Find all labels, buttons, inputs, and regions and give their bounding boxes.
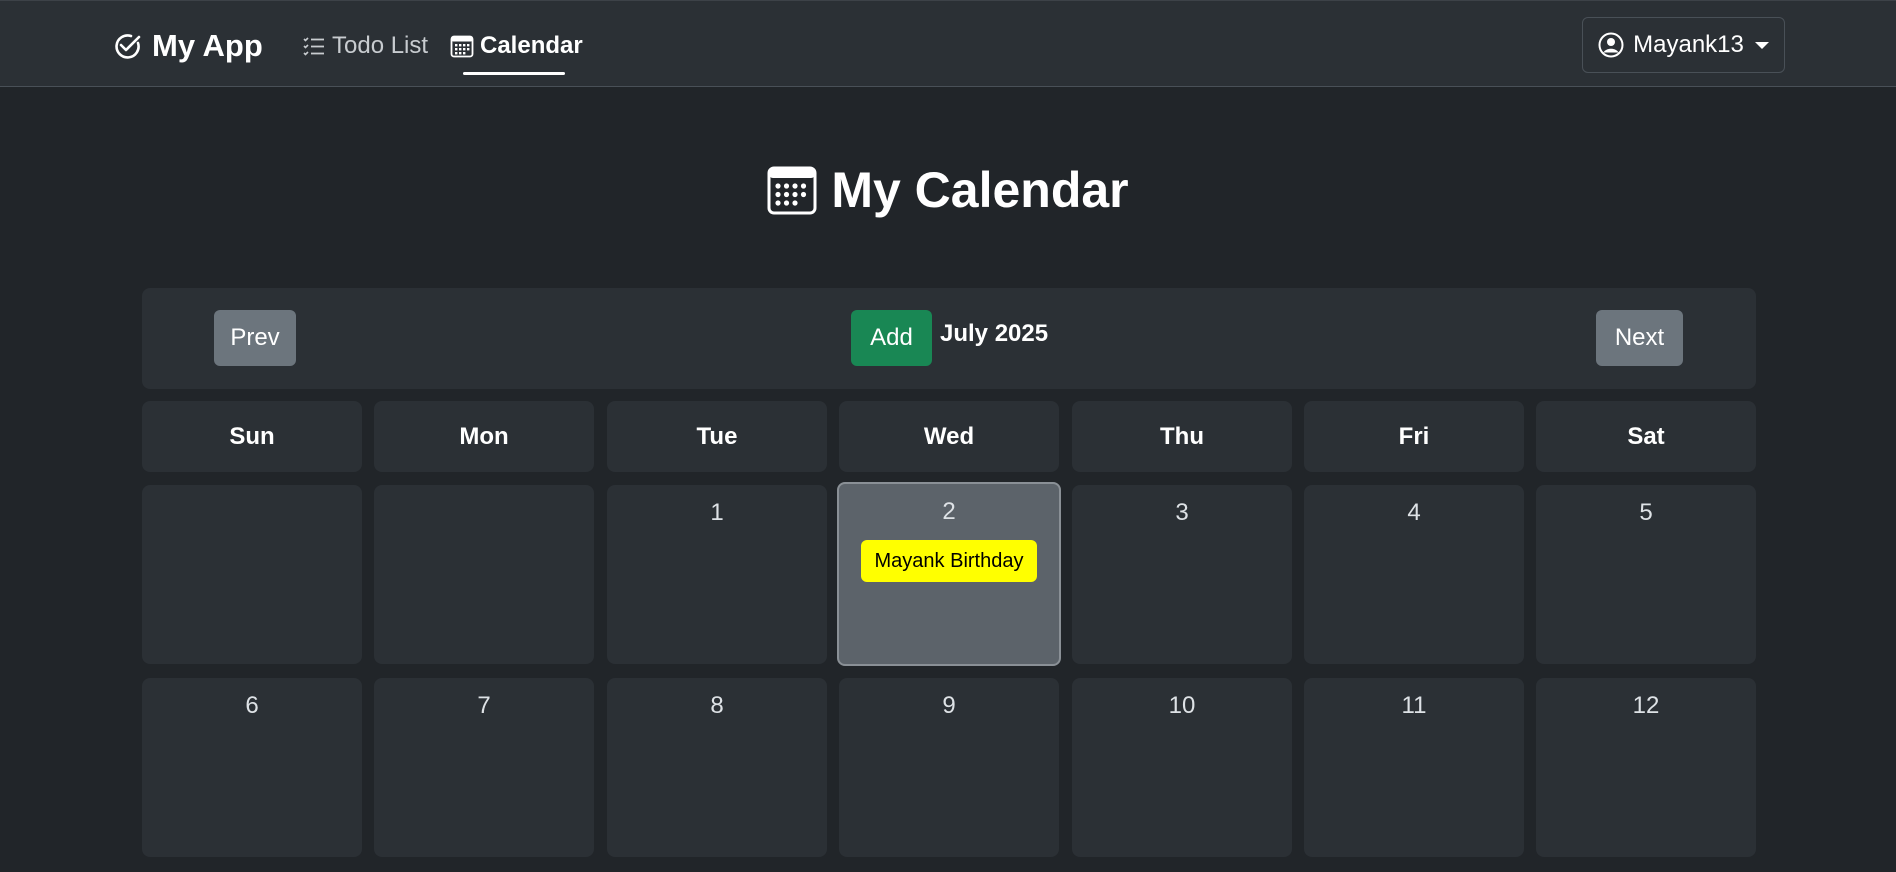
day-number: 6 [245, 692, 259, 719]
user-menu-dropdown[interactable]: Mayank13 [1582, 17, 1785, 73]
list-check-icon [303, 37, 324, 56]
nav-link-todo-list[interactable]: Todo List [302, 27, 428, 65]
day-cell[interactable]: 4 [1304, 485, 1524, 664]
nav-link-calendar[interactable]: Calendar [450, 27, 583, 65]
day-cell[interactable]: 7 [374, 678, 594, 857]
weekday-header: Sat [1536, 401, 1756, 472]
weekday-header: Tue [607, 401, 827, 472]
day-cell[interactable]: 8 [607, 678, 827, 857]
day-number: 5 [1639, 499, 1653, 526]
empty-day-cell [142, 485, 362, 664]
weekday-header: Thu [1072, 401, 1292, 472]
day-number: 9 [942, 692, 956, 719]
empty-day-cell [374, 485, 594, 664]
day-cell[interactable]: 6 [142, 678, 362, 857]
brand-link[interactable]: My App [112, 27, 263, 65]
navbar: My App Todo List Calendar Mayank13 [0, 0, 1896, 87]
day-number: 1 [710, 499, 724, 526]
day-number: 7 [477, 692, 491, 719]
add-event-button[interactable]: Add [851, 310, 932, 366]
next-month-button[interactable]: Next [1596, 310, 1683, 366]
nav-link-label: Calendar [480, 32, 583, 59]
page-title: My Calendar [0, 160, 1896, 220]
calendar-icon [450, 35, 474, 58]
weekday-header: Fri [1304, 401, 1524, 472]
day-number: 10 [1168, 692, 1196, 719]
weekday-header: Mon [374, 401, 594, 472]
day-cell[interactable]: 5 [1536, 485, 1756, 664]
day-cell[interactable]: 11 [1304, 678, 1524, 857]
day-cell[interactable]: 1 [607, 485, 827, 664]
prev-month-button[interactable]: Prev [214, 310, 296, 366]
user-name: Mayank13 [1633, 31, 1744, 58]
chevron-down-icon [1754, 41, 1769, 49]
day-cell[interactable]: 3 [1072, 485, 1292, 664]
day-number: 11 [1401, 692, 1427, 719]
day-cell[interactable]: 12 [1536, 678, 1756, 857]
day-cell-selected[interactable]: 2 Mayank Birthday [837, 482, 1061, 666]
event-badge[interactable]: Mayank Birthday [861, 540, 1037, 582]
day-cell[interactable]: 10 [1072, 678, 1292, 857]
calendar-icon [767, 166, 817, 215]
check-circle-icon [115, 34, 141, 59]
day-number: 3 [1175, 499, 1189, 526]
weekday-header: Sun [142, 401, 362, 472]
day-number: 2 [942, 498, 956, 525]
current-month-label: July 2025 [940, 320, 1049, 347]
nav-link-label: Todo List [332, 32, 429, 59]
user-circle-icon [1598, 32, 1624, 58]
page-title-text: My Calendar [831, 162, 1129, 218]
day-number: 8 [710, 692, 724, 719]
brand-label: My App [152, 28, 263, 63]
weekday-header: Wed [839, 401, 1059, 472]
day-cell[interactable]: 9 [839, 678, 1059, 857]
active-tab-indicator [463, 72, 565, 75]
calendar-toolbar: Prev Add July 2025 Next [142, 288, 1756, 389]
day-number: 12 [1632, 692, 1660, 719]
day-number: 4 [1407, 499, 1421, 526]
